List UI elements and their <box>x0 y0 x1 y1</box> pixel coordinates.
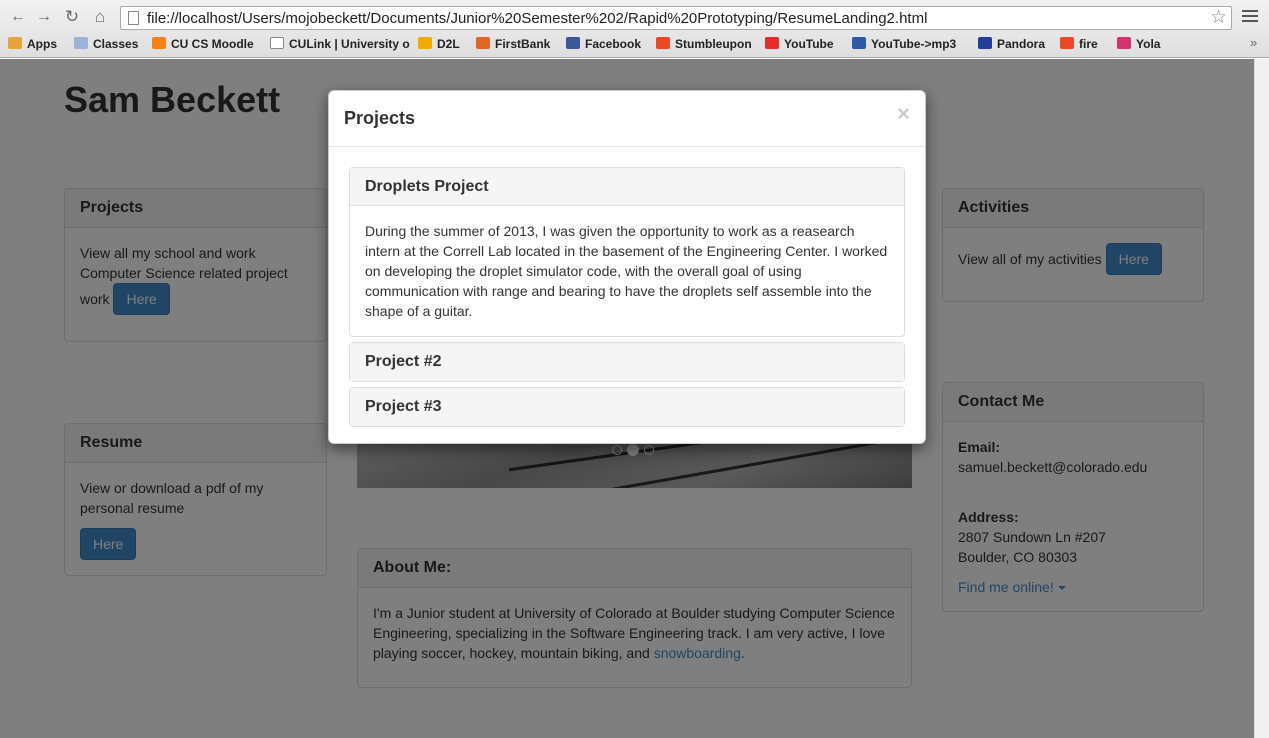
bookmark-item[interactable]: Yola <box>1117 37 1160 51</box>
browser-toolbar: ← → ↻ ⌂ file://localhost/Users/mojobecke… <box>0 0 1269 58</box>
bookmark-item[interactable]: CU CS Moodle <box>152 37 254 51</box>
bookmark-label: Apps <box>27 37 57 51</box>
bookmark-label: Classes <box>93 37 139 51</box>
bookmark-item[interactable]: CULink | University o <box>270 37 410 51</box>
bookmark-star-icon[interactable]: ☆ <box>1210 7 1227 29</box>
accordion-heading-project-2[interactable]: Project #2 <box>350 343 904 381</box>
bookmark-item[interactable]: YouTube <box>765 37 834 51</box>
accordion-body-droplets: During the summer of 2013, I was given t… <box>365 223 888 319</box>
forward-arrow-icon[interactable]: → <box>34 7 54 27</box>
bookmark-label: CU CS Moodle <box>171 37 254 51</box>
modal-title: Projects <box>344 108 416 128</box>
accordion-item-droplets: Droplets Project During the summer of 20… <box>349 167 905 337</box>
bookmark-label: FirstBank <box>495 37 551 51</box>
bookmark-item[interactable]: YouTube->mp3 <box>852 37 956 51</box>
bookmark-label: Pandora <box>997 37 1046 51</box>
youtube-icon <box>765 37 779 49</box>
page-icon <box>270 37 284 49</box>
apps-grid-icon <box>8 37 22 49</box>
bookmark-item[interactable]: FirstBank <box>476 37 550 51</box>
bookmark-item[interactable]: Pandora <box>978 37 1045 51</box>
bookmark-label: Stumbleupon <box>675 37 752 51</box>
address-bar-url[interactable]: file://localhost/Users/mojobeckett/Docum… <box>147 10 927 27</box>
bookmark-label: Facebook <box>585 37 642 51</box>
reload-icon[interactable]: ↻ <box>62 7 82 27</box>
bookmark-item[interactable]: fire <box>1060 37 1098 51</box>
facebook-icon <box>566 37 580 49</box>
yola-icon <box>1117 37 1131 49</box>
home-icon[interactable]: ⌂ <box>90 7 110 27</box>
accordion-item-project-2: Project #2 <box>349 342 905 382</box>
accordion-heading-droplets[interactable]: Droplets Project <box>350 168 904 206</box>
bookmark-label: D2L <box>437 37 460 51</box>
bookmark-label: YouTube <box>784 37 834 51</box>
bookmark-item[interactable]: Apps <box>8 37 57 51</box>
d2l-icon <box>418 37 432 49</box>
bookmark-label: YouTube->mp3 <box>871 37 957 51</box>
bookmark-item[interactable]: Stumbleupon <box>656 37 752 51</box>
back-arrow-icon[interactable]: ← <box>8 7 28 27</box>
modal-body: Droplets Project During the summer of 20… <box>329 147 925 452</box>
menu-icon[interactable] <box>1242 10 1258 26</box>
close-icon[interactable]: × <box>897 103 910 125</box>
moodle-icon <box>152 37 166 49</box>
accordion-item-project-3: Project #3 <box>349 387 905 427</box>
folder-icon <box>74 37 88 49</box>
scrollbar[interactable] <box>1254 59 1269 738</box>
bookmark-label: CULink | University o <box>289 37 410 51</box>
youtube-mp3-icon <box>852 37 866 49</box>
projects-modal: Projects × Droplets Project During the s… <box>328 90 926 444</box>
firstbank-icon <box>476 37 490 49</box>
more-bookmarks-icon[interactable]: » <box>1250 35 1257 50</box>
navigation-row: ← → ↻ ⌂ file://localhost/Users/mojobecke… <box>0 4 1269 32</box>
bookmarks-bar: Apps Classes CU CS Moodle CULink | Universi… <box>0 34 1269 56</box>
accordion-heading-project-3[interactable]: Project #3 <box>350 388 904 426</box>
page-icon <box>128 11 139 25</box>
modal-header: Projects × <box>329 91 925 147</box>
bookmark-item[interactable]: Facebook <box>566 37 641 51</box>
bookmark-label: fire <box>1079 37 1098 51</box>
address-bar[interactable]: file://localhost/Users/mojobeckett/Docum… <box>120 6 1232 30</box>
stumbleupon-icon <box>656 37 670 49</box>
stumbleupon-icon <box>1060 37 1074 49</box>
bookmark-item[interactable]: Classes <box>74 37 138 51</box>
bookmark-label: Yola <box>1136 37 1161 51</box>
bookmark-item[interactable]: D2L <box>418 37 460 51</box>
pandora-icon <box>978 37 992 49</box>
